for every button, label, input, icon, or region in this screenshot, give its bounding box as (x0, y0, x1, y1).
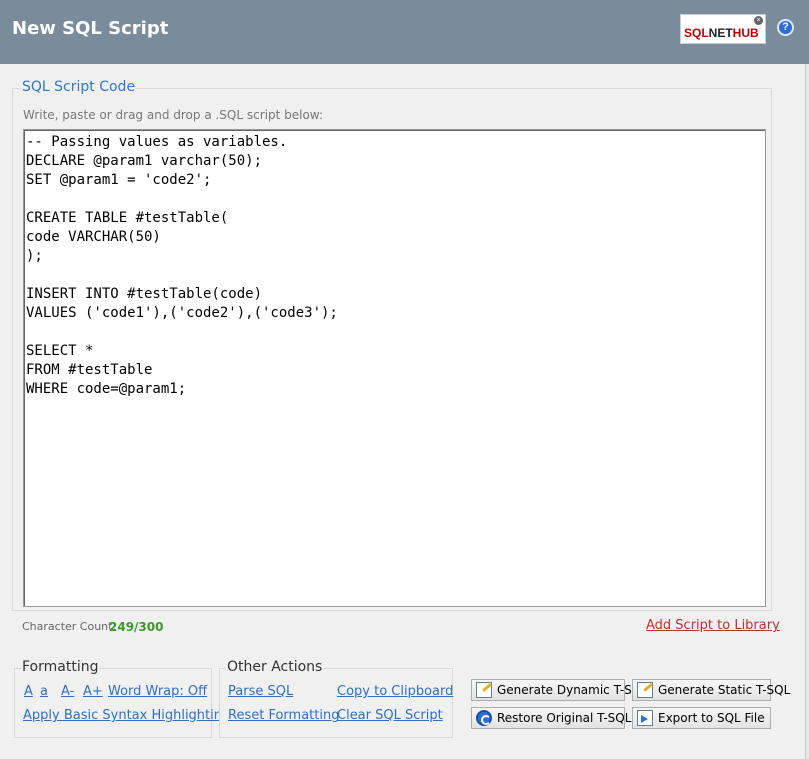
generate-dynamic-label: Generate Dynamic T-SQL (497, 683, 648, 697)
restore-icon (476, 710, 492, 726)
formatting-legend: Formatting (21, 659, 100, 675)
parse-sql-link[interactable]: Parse SQL (228, 684, 293, 699)
generate-dynamic-tsql-button[interactable]: Generate Dynamic T-SQL (471, 679, 648, 701)
edit-document-icon (476, 682, 492, 698)
other-actions-section: Other Actions (219, 659, 453, 738)
sqlnethub-logo: SQLNETHUB × (680, 14, 766, 44)
font-small-link[interactable]: a (40, 684, 48, 699)
reset-formatting-link[interactable]: Reset Formatting (228, 708, 339, 723)
sql-script-legend: SQL Script Code (21, 79, 137, 95)
export-sql-label: Export to SQL File (658, 711, 765, 725)
character-count-label: Character Count: (22, 620, 117, 633)
word-wrap-link[interactable]: Word Wrap: Off (108, 684, 207, 699)
logo-text: SQLNETHUB (684, 26, 759, 40)
font-decrease-link[interactable]: A- (61, 684, 74, 699)
export-to-sql-file-button[interactable]: Export to SQL File (632, 707, 771, 729)
header-bar: New SQL Script SQLNETHUB × ? (0, 0, 809, 64)
page-title: New SQL Script (12, 18, 169, 39)
scrollbar-edge (805, 64, 809, 759)
restore-original-label: Restore Original T-SQL (497, 711, 632, 725)
close-icon[interactable]: × (754, 16, 763, 25)
export-icon (637, 710, 653, 726)
sql-editor[interactable]: -- Passing values as variables. DECLARE … (23, 129, 766, 607)
editor-hint: Write, paste or drag and drop a .SQL scr… (23, 108, 323, 122)
edit-document-icon (637, 682, 653, 698)
add-script-to-library-link[interactable]: Add Script to Library (646, 618, 780, 633)
generate-static-tsql-button[interactable]: Generate Static T-SQL (632, 679, 790, 701)
copy-to-clipboard-link[interactable]: Copy to Clipboard (337, 684, 453, 699)
font-large-link[interactable]: A (24, 684, 33, 699)
help-icon[interactable]: ? (777, 19, 794, 36)
other-actions-legend: Other Actions (226, 659, 324, 675)
clear-sql-script-link[interactable]: Clear SQL Script (337, 708, 443, 723)
syntax-highlighting-link[interactable]: Apply Basic Syntax Highlighting (23, 708, 230, 723)
restore-original-tsql-button[interactable]: Restore Original T-SQL (471, 707, 631, 729)
character-count-value: 249/300 (109, 620, 164, 634)
generate-static-label: Generate Static T-SQL (658, 683, 791, 697)
font-increase-link[interactable]: A+ (83, 684, 103, 699)
formatting-section: Formatting (14, 659, 212, 738)
